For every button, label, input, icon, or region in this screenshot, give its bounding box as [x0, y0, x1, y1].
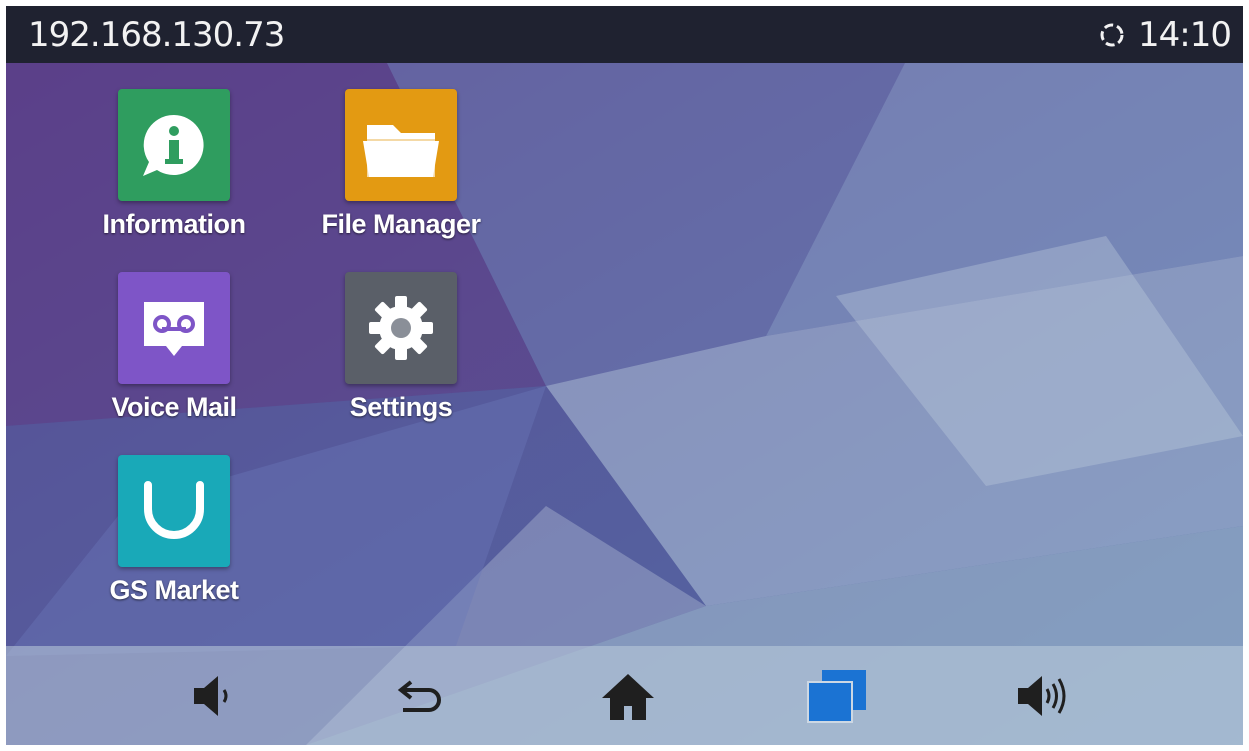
recent-apps-button[interactable]	[806, 668, 866, 724]
folder-icon	[345, 89, 457, 201]
app-information[interactable]: Information	[74, 89, 274, 240]
sync-icon	[1100, 23, 1124, 47]
app-label: File Manager	[321, 209, 481, 239]
ip-address: 192.168.130.73	[28, 15, 285, 55]
status-bar: 192.168.130.73 14:10	[6, 6, 1243, 63]
app-settings[interactable]: Settings	[301, 272, 501, 423]
app-label: Settings	[349, 392, 453, 422]
home-button[interactable]	[598, 668, 658, 724]
status-right: 14:10	[1098, 15, 1232, 55]
app-file-manager[interactable]: File Manager	[301, 89, 501, 240]
phone-screen: 192.168.130.73 14:10 Information File Ma…	[6, 6, 1243, 745]
clock: 14:10	[1138, 15, 1232, 55]
home-icon	[602, 674, 654, 720]
gs-market-icon	[118, 455, 230, 567]
app-voice-mail[interactable]: Voice Mail	[74, 272, 274, 423]
app-label: Information	[102, 209, 247, 239]
info-icon	[118, 89, 230, 201]
volume-down-icon	[194, 676, 228, 716]
volume-up-button[interactable]	[1014, 668, 1074, 724]
volume-up-icon	[1018, 676, 1066, 716]
app-label: Voice Mail	[111, 392, 237, 422]
recent-apps-icon	[807, 670, 866, 723]
back-button[interactable]	[391, 668, 451, 724]
voicemail-icon	[118, 272, 230, 384]
gear-icon	[345, 272, 457, 384]
app-gs-market[interactable]: GS Market	[74, 455, 274, 606]
volume-down-button[interactable]	[186, 668, 246, 724]
navigation-bar	[6, 646, 1243, 745]
back-icon	[397, 680, 441, 712]
app-label: GS Market	[109, 575, 239, 605]
